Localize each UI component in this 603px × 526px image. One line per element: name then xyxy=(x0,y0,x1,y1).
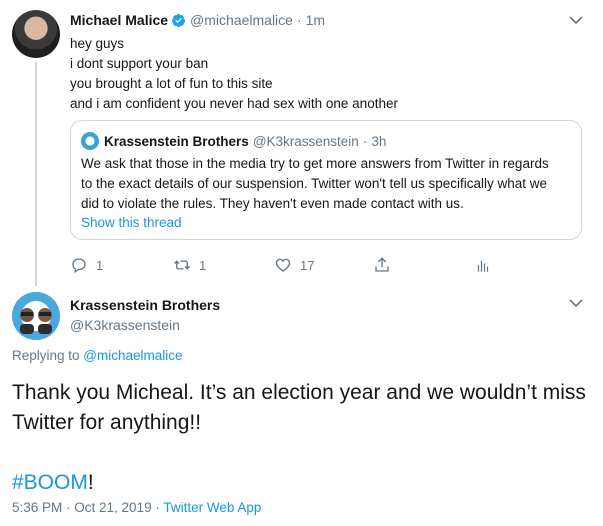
tweet-text: Thank you Micheal. It’s an election year… xyxy=(12,378,597,498)
heart-icon xyxy=(275,258,291,272)
tweet-actions: 1 1 17 xyxy=(70,256,520,276)
analytics-button[interactable] xyxy=(474,256,492,274)
quoted-handle: @K3krassenstein xyxy=(252,133,359,149)
reply-count: 1 xyxy=(96,257,104,273)
retweet-count: 1 xyxy=(199,257,207,273)
chevron-down-icon[interactable] xyxy=(569,15,583,25)
handle[interactable]: @michaelmalice xyxy=(190,12,293,28)
analytics-icon xyxy=(477,260,489,272)
like-count: 17 xyxy=(300,257,315,273)
thread-connector-line xyxy=(35,62,37,286)
tweet-header: Michael Malice @michaelmalice · 1m xyxy=(70,12,325,28)
replying-prefix: Replying to xyxy=(12,348,84,363)
source-app-link[interactable]: Twitter Web App xyxy=(163,500,261,515)
quoted-tweet-text: We ask that those in the media try to ge… xyxy=(81,154,576,214)
tweet-meta: 5:36 PM · Oct 21, 2019 · Twitter Web App xyxy=(12,500,261,515)
tweet-text-line: Twitter for anything!! xyxy=(12,411,202,434)
reply-tweet[interactable]: Krassenstein Brothers @K3krassenstein Re… xyxy=(0,290,603,526)
tweet-text-line: hey guys xyxy=(70,36,125,51)
tweet-text-line: i dont support your ban xyxy=(70,56,209,71)
original-tweet[interactable]: Michael Malice @michaelmalice · 1m hey g… xyxy=(0,0,603,286)
timestamp[interactable]: 1m xyxy=(306,12,325,28)
show-thread-link[interactable]: Show this thread xyxy=(81,215,182,230)
tweet-text: hey guys i dont support your ban you bro… xyxy=(70,34,398,114)
quoted-display-name: Krassenstein Brothers xyxy=(104,133,249,149)
retweet-icon xyxy=(174,260,190,270)
full-timestamp[interactable]: 5:36 PM · Oct 21, 2019 xyxy=(12,500,152,515)
hashtag-link[interactable]: #BOOM xyxy=(12,471,88,494)
chevron-down-icon[interactable] xyxy=(569,298,583,308)
reply-button[interactable]: 1 xyxy=(70,256,103,274)
tweet-text-line: you brought a lot of fun to this site xyxy=(70,76,273,91)
quoted-text-line: We ask that those in the media try to ge… xyxy=(81,156,549,171)
tweet-text-line: and i am confident you never had sex wit… xyxy=(70,96,398,111)
display-name[interactable]: Krassenstein Brothers xyxy=(70,297,220,313)
separator-dot: · xyxy=(362,133,368,149)
quoted-text-line: did to violate the rules. They haven't e… xyxy=(81,196,464,211)
quoted-text-line: to the exact details of our suspension. … xyxy=(81,176,548,191)
quoted-tweet[interactable]: Krassenstein Brothers @K3krassenstein · … xyxy=(70,120,582,240)
like-button[interactable]: 17 xyxy=(274,256,314,274)
share-button[interactable] xyxy=(373,256,391,274)
avatar[interactable] xyxy=(12,10,60,58)
quoted-avatar xyxy=(81,132,99,150)
tweet-text-line: Thank you Micheal. It’s an election year… xyxy=(12,381,586,404)
handle[interactable]: @K3krassenstein xyxy=(70,317,180,333)
share-icon xyxy=(375,257,389,272)
quoted-timestamp: 3h xyxy=(371,133,387,149)
hashtag-suffix: ! xyxy=(87,471,94,494)
quoted-tweet-header: Krassenstein Brothers @K3krassenstein · … xyxy=(81,132,386,150)
hashtag-line: #BOOM! xyxy=(12,468,597,498)
separator-dot: · xyxy=(296,12,302,28)
avatar[interactable] xyxy=(12,292,60,340)
retweet-button[interactable]: 1 xyxy=(173,256,206,274)
replying-to: Replying to @michaelmalice xyxy=(12,348,183,363)
avatar-image xyxy=(12,292,60,340)
replying-to-link[interactable]: @michaelmalice xyxy=(83,348,182,363)
display-name[interactable]: Michael Malice xyxy=(70,12,168,28)
verified-badge-icon xyxy=(171,13,186,27)
separator-dot: · xyxy=(151,500,164,515)
reply-icon xyxy=(72,258,86,274)
